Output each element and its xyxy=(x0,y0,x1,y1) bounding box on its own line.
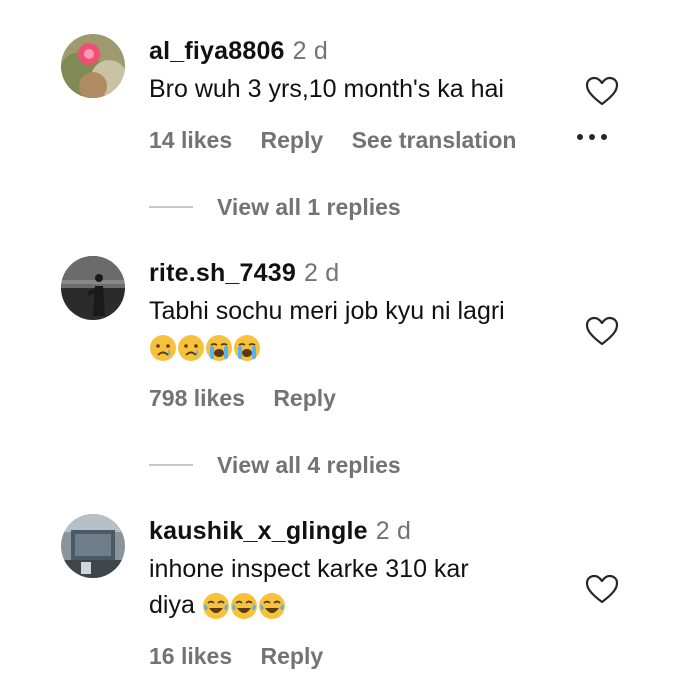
comment-text: Bro wuh 3 yrs,10 month's ka hai xyxy=(149,72,569,106)
comment-text: inhone inspect karke 310 kar diya xyxy=(149,552,569,622)
loudly-crying-face-icon xyxy=(205,334,233,362)
avatar[interactable] xyxy=(61,34,125,98)
avatar[interactable] xyxy=(61,256,125,320)
reply-button[interactable]: Reply xyxy=(273,385,336,411)
comment-text-line: Bro wuh 3 yrs,10 month's ka hai xyxy=(149,75,504,103)
comment-actions: 798 likes Reply xyxy=(149,385,358,412)
loudly-crying-face-icon xyxy=(233,334,261,362)
replies-divider xyxy=(149,205,193,208)
view-replies-label[interactable]: View all 1 replies xyxy=(217,194,401,220)
avatar[interactable] xyxy=(61,514,125,578)
likes-count[interactable]: 798 likes xyxy=(149,385,245,411)
username-text[interactable]: kaushik_x_glingle xyxy=(149,517,368,545)
view-replies-label[interactable]: View all 4 replies xyxy=(217,452,401,478)
timestamp: 2 d xyxy=(303,259,340,287)
replies-divider xyxy=(149,463,193,466)
reply-button[interactable]: Reply xyxy=(261,643,324,669)
username[interactable]: rite.sh_7439 2 d xyxy=(149,259,339,288)
tears-of-joy-icon xyxy=(258,592,286,620)
username[interactable]: kaushik_x_glingle 2 d xyxy=(149,517,411,546)
crying-face-icon xyxy=(177,334,205,362)
timestamp: 2 d xyxy=(292,37,329,65)
username-text[interactable]: al_fiya8806 xyxy=(149,37,285,65)
comment-text-word: diya xyxy=(149,591,195,619)
timestamp: 2 d xyxy=(375,517,412,545)
comment-text-line: inhone inspect karke 310 kar xyxy=(149,555,469,583)
like-heart-icon[interactable] xyxy=(585,316,619,346)
likes-count[interactable]: 16 likes xyxy=(149,643,232,669)
reply-button[interactable]: Reply xyxy=(261,127,324,153)
like-heart-icon[interactable] xyxy=(585,76,619,106)
see-translation-button[interactable]: See translation xyxy=(352,127,517,153)
tears-of-joy-icon xyxy=(230,592,258,620)
view-replies-button[interactable]: View all 4 replies xyxy=(149,452,401,479)
likes-count[interactable]: 14 likes xyxy=(149,127,232,153)
like-heart-icon[interactable] xyxy=(585,574,619,604)
username-text[interactable]: rite.sh_7439 xyxy=(149,259,296,287)
comment-actions: 14 likes Reply See translation xyxy=(149,127,538,154)
username[interactable]: al_fiya8806 2 d xyxy=(149,37,328,66)
view-replies-button[interactable]: View all 1 replies xyxy=(149,194,401,221)
comment-text: Tabhi sochu meri job kyu ni lagri xyxy=(149,294,569,364)
emoji-row xyxy=(149,330,569,364)
comment-text-line: diya xyxy=(149,588,569,622)
comment-text-line: Tabhi sochu meri job kyu ni lagri xyxy=(149,297,505,325)
crying-face-icon xyxy=(149,334,177,362)
tears-of-joy-icon xyxy=(202,592,230,620)
more-options-icon[interactable] xyxy=(575,134,609,144)
comment-actions: 16 likes Reply xyxy=(149,643,345,670)
